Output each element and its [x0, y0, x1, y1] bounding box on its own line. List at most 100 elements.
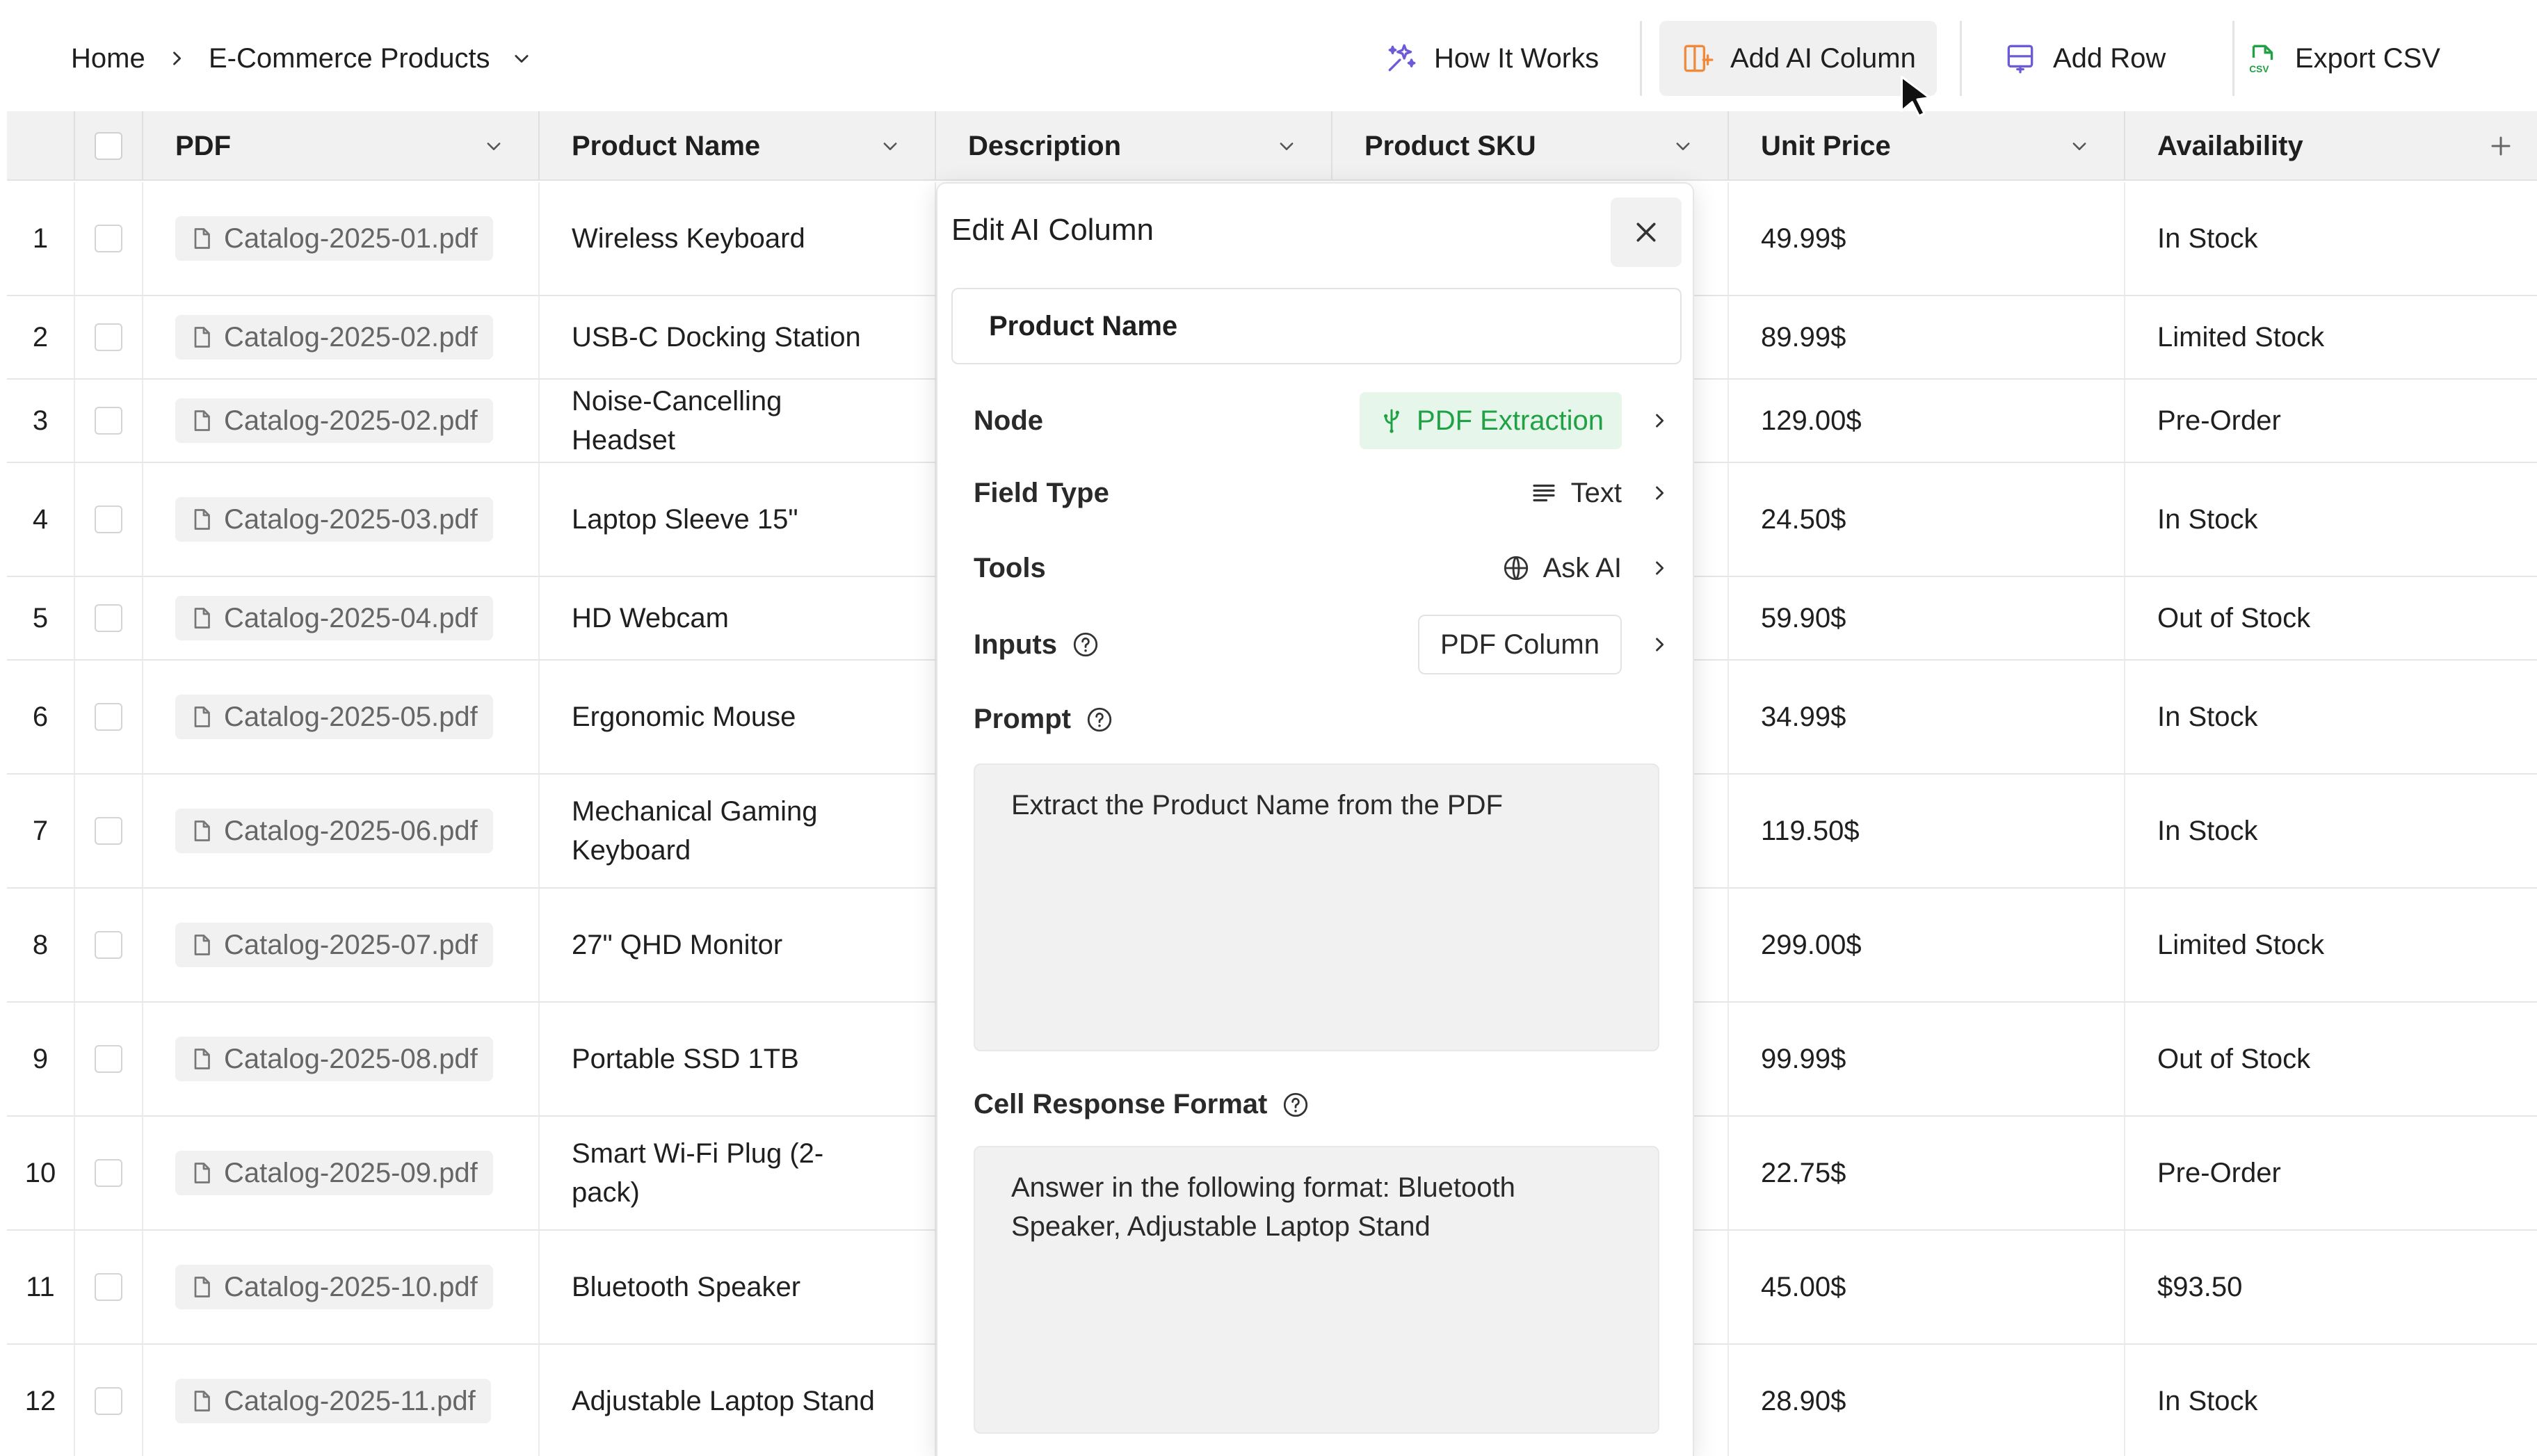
- unit-price-cell[interactable]: 99.99$: [1729, 1003, 2125, 1115]
- field-type-selector[interactable]: Text: [1529, 478, 1669, 509]
- pdf-file-chip[interactable]: Catalog-2025-08.pdf: [175, 1037, 493, 1081]
- add-ai-column-button[interactable]: Add AI Column: [1659, 21, 1937, 96]
- product-name-cell[interactable]: Portable SSD 1TB: [540, 1003, 936, 1115]
- pdf-cell[interactable]: Catalog-2025-07.pdf: [143, 889, 540, 1001]
- chevron-down-icon[interactable]: [512, 38, 531, 79]
- help-icon[interactable]: [1085, 705, 1114, 734]
- breadcrumb-home[interactable]: Home: [71, 38, 145, 79]
- availability-cell[interactable]: Pre-Order: [2125, 1117, 2537, 1229]
- help-icon[interactable]: [1071, 630, 1100, 659]
- header-availability[interactable]: Availability: [2125, 111, 2537, 181]
- header-pdf[interactable]: PDF: [143, 111, 540, 181]
- inputs-selector[interactable]: PDF Column: [1418, 615, 1669, 674]
- node-selector[interactable]: PDF Extraction: [1360, 392, 1669, 449]
- availability-cell[interactable]: Limited Stock: [2125, 889, 2537, 1001]
- row-checkbox[interactable]: [95, 1045, 122, 1073]
- pdf-file-chip[interactable]: Catalog-2025-06.pdf: [175, 809, 493, 853]
- row-checkbox[interactable]: [95, 1273, 122, 1301]
- chevron-down-icon[interactable]: [484, 136, 504, 156]
- product-name-cell[interactable]: HD Webcam: [540, 577, 936, 659]
- row-checkbox[interactable]: [95, 323, 122, 351]
- row-checkbox[interactable]: [95, 407, 122, 435]
- pdf-file-chip[interactable]: Catalog-2025-10.pdf: [175, 1265, 493, 1309]
- availability-cell[interactable]: $93.50: [2125, 1231, 2537, 1343]
- pdf-cell[interactable]: Catalog-2025-03.pdf: [143, 463, 540, 576]
- breadcrumb-current-page[interactable]: E-Commerce Products: [209, 38, 490, 79]
- header-unit-price[interactable]: Unit Price: [1729, 111, 2125, 181]
- unit-price-cell[interactable]: 34.99$: [1729, 661, 2125, 773]
- row-checkbox[interactable]: [95, 604, 122, 632]
- product-name-cell[interactable]: Smart Wi-Fi Plug (2-pack): [540, 1117, 936, 1229]
- add-column-plus-icon[interactable]: [2488, 134, 2513, 159]
- unit-price-cell[interactable]: 59.90$: [1729, 577, 2125, 659]
- availability-cell[interactable]: Limited Stock: [2125, 296, 2537, 378]
- product-name-cell[interactable]: Bluetooth Speaker: [540, 1231, 936, 1343]
- availability-cell[interactable]: In Stock: [2125, 1345, 2537, 1456]
- chevron-down-icon[interactable]: [2070, 136, 2089, 156]
- header-description[interactable]: Description: [936, 111, 1332, 181]
- help-icon[interactable]: [1281, 1090, 1310, 1119]
- availability-cell[interactable]: In Stock: [2125, 463, 2537, 576]
- response-format-textarea[interactable]: Answer in the following format: Bluetoot…: [974, 1146, 1659, 1434]
- unit-price-cell[interactable]: 119.50$: [1729, 775, 2125, 887]
- product-name-cell[interactable]: Laptop Sleeve 15": [540, 463, 936, 576]
- pdf-cell[interactable]: Catalog-2025-04.pdf: [143, 577, 540, 659]
- unit-price-cell[interactable]: 299.00$: [1729, 889, 2125, 1001]
- add-row-button[interactable]: Add Row: [1982, 21, 2186, 96]
- product-name-cell[interactable]: 27" QHD Monitor: [540, 889, 936, 1001]
- select-all-checkbox[interactable]: [95, 132, 122, 160]
- availability-cell[interactable]: Pre-Order: [2125, 380, 2537, 462]
- chevron-down-icon[interactable]: [1673, 136, 1693, 156]
- export-csv-button[interactable]: CSV Export CSV: [2224, 21, 2461, 96]
- availability-cell[interactable]: In Stock: [2125, 775, 2537, 887]
- tools-selector[interactable]: Ask AI: [1501, 553, 1669, 584]
- product-name-cell[interactable]: Ergonomic Mouse: [540, 661, 936, 773]
- availability-cell[interactable]: In Stock: [2125, 661, 2537, 773]
- row-checkbox[interactable]: [95, 505, 122, 533]
- row-checkbox[interactable]: [95, 1387, 122, 1415]
- unit-price-cell[interactable]: 129.00$: [1729, 380, 2125, 462]
- product-name-cell[interactable]: USB-C Docking Station: [540, 296, 936, 378]
- availability-cell[interactable]: Out of Stock: [2125, 1003, 2537, 1115]
- pdf-file-chip[interactable]: Catalog-2025-05.pdf: [175, 695, 493, 739]
- row-checkbox[interactable]: [95, 703, 122, 731]
- header-product-name[interactable]: Product Name: [540, 111, 936, 181]
- product-name-cell[interactable]: Wireless Keyboard: [540, 182, 936, 295]
- pdf-cell[interactable]: Catalog-2025-11.pdf: [143, 1345, 540, 1456]
- pdf-cell[interactable]: Catalog-2025-10.pdf: [143, 1231, 540, 1343]
- pdf-cell[interactable]: Catalog-2025-02.pdf: [143, 296, 540, 378]
- header-product-sku[interactable]: Product SKU: [1332, 111, 1729, 181]
- pdf-cell[interactable]: Catalog-2025-09.pdf: [143, 1117, 540, 1229]
- chevron-down-icon[interactable]: [1277, 136, 1296, 156]
- pdf-file-chip[interactable]: Catalog-2025-07.pdf: [175, 923, 493, 967]
- unit-price-cell[interactable]: 28.90$: [1729, 1345, 2125, 1456]
- row-checkbox[interactable]: [95, 931, 122, 959]
- pdf-file-chip[interactable]: Catalog-2025-02.pdf: [175, 315, 493, 359]
- pdf-file-chip[interactable]: Catalog-2025-04.pdf: [175, 596, 493, 640]
- pdf-cell[interactable]: Catalog-2025-01.pdf: [143, 182, 540, 295]
- pdf-cell[interactable]: Catalog-2025-02.pdf: [143, 380, 540, 462]
- pdf-file-chip[interactable]: Catalog-2025-01.pdf: [175, 216, 493, 261]
- unit-price-cell[interactable]: 45.00$: [1729, 1231, 2125, 1343]
- column-name-input[interactable]: [951, 288, 1682, 364]
- availability-cell[interactable]: Out of Stock: [2125, 577, 2537, 659]
- pdf-file-chip[interactable]: Catalog-2025-09.pdf: [175, 1151, 493, 1195]
- pdf-cell[interactable]: Catalog-2025-06.pdf: [143, 775, 540, 887]
- product-name-cell[interactable]: Adjustable Laptop Stand: [540, 1345, 936, 1456]
- unit-price-cell[interactable]: 24.50$: [1729, 463, 2125, 576]
- product-name-cell[interactable]: Mechanical Gaming Keyboard: [540, 775, 936, 887]
- unit-price-cell[interactable]: 22.75$: [1729, 1117, 2125, 1229]
- unit-price-cell[interactable]: 89.99$: [1729, 296, 2125, 378]
- availability-cell[interactable]: In Stock: [2125, 182, 2537, 295]
- pdf-file-chip[interactable]: Catalog-2025-11.pdf: [175, 1379, 491, 1423]
- row-checkbox[interactable]: [95, 1159, 122, 1187]
- pdf-file-chip[interactable]: Catalog-2025-03.pdf: [175, 497, 493, 542]
- pdf-cell[interactable]: Catalog-2025-05.pdf: [143, 661, 540, 773]
- close-button[interactable]: [1611, 197, 1682, 267]
- prompt-textarea[interactable]: Extract the Product Name from the PDF: [974, 763, 1659, 1051]
- row-checkbox[interactable]: [95, 225, 122, 252]
- unit-price-cell[interactable]: 49.99$: [1729, 182, 2125, 295]
- chevron-down-icon[interactable]: [880, 136, 900, 156]
- pdf-file-chip[interactable]: Catalog-2025-02.pdf: [175, 398, 493, 443]
- pdf-cell[interactable]: Catalog-2025-08.pdf: [143, 1003, 540, 1115]
